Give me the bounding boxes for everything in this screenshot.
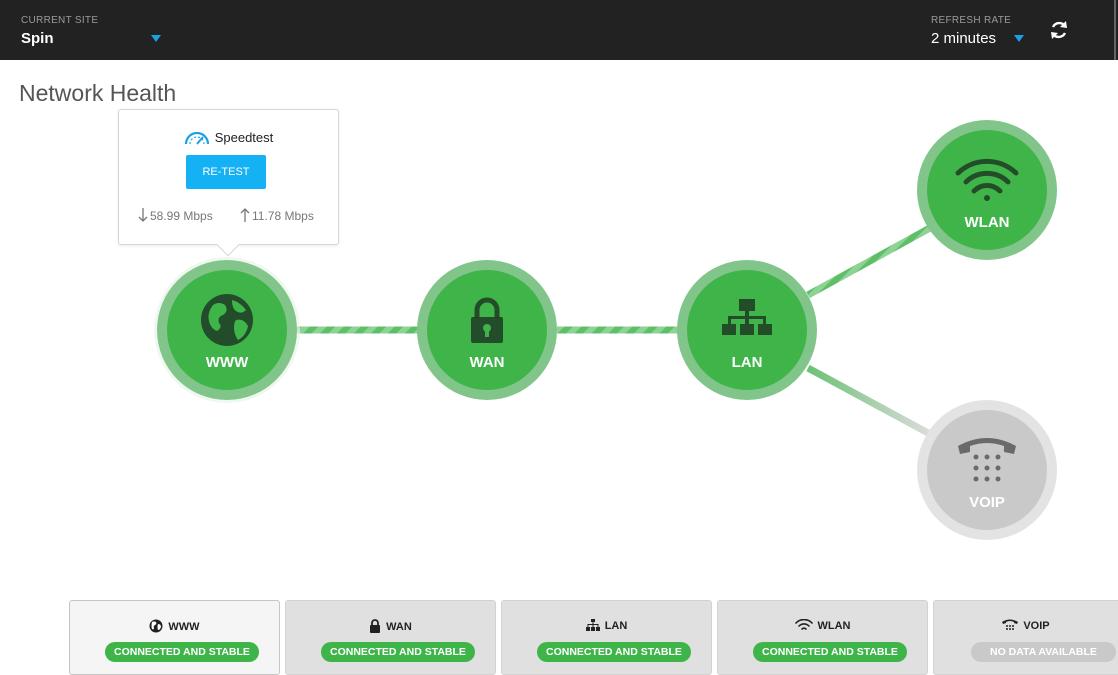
status-badge: CONNECTED AND STABLE xyxy=(105,642,259,662)
node-label: VOIP xyxy=(969,494,1005,511)
link-lan-voip xyxy=(806,364,932,438)
download-rate: 58.99 Mbps xyxy=(138,207,213,223)
card-title: WLAN xyxy=(718,618,927,632)
node-voip[interactable]: VOIP xyxy=(917,400,1057,540)
status-card-wlan[interactable]: WLAN CONNECTED AND STABLE xyxy=(717,600,928,675)
speedometer-icon xyxy=(184,131,209,145)
status-card-voip[interactable]: VOIP NO DATA AVAILABLE xyxy=(933,600,1118,675)
globe-icon xyxy=(149,619,163,633)
status-badge: CONNECTED AND STABLE xyxy=(321,642,475,662)
speedtest-popover: Speedtest RE-TEST 58.99 Mbps 11.78 Mbps xyxy=(118,109,339,257)
arrow-down-icon xyxy=(138,208,148,222)
card-title: WWW xyxy=(70,619,279,633)
status-badge: CONNECTED AND STABLE xyxy=(753,642,907,662)
status-card-www[interactable]: WWW CONNECTED AND STABLE xyxy=(69,600,280,675)
card-label: WWW xyxy=(168,621,200,633)
arrow-up-icon xyxy=(240,208,250,222)
upload-rate: 11.78 Mbps xyxy=(240,207,314,223)
node-lan[interactable]: LAN xyxy=(677,260,817,400)
status-card-wan[interactable]: WAN CONNECTED AND STABLE xyxy=(285,600,496,675)
card-label: VOIP xyxy=(1023,620,1050,632)
status-badge: NO DATA AVAILABLE xyxy=(971,642,1116,662)
card-title: WAN xyxy=(286,619,495,633)
card-title: VOIP xyxy=(934,619,1118,632)
lock-icon xyxy=(370,619,381,633)
node-label: WWW xyxy=(206,354,249,371)
phone-icon xyxy=(1002,619,1019,630)
status-card-lan[interactable]: LAN CONNECTED AND STABLE xyxy=(501,600,712,675)
status-badge: CONNECTED AND STABLE xyxy=(537,642,691,662)
node-wan[interactable]: WAN xyxy=(417,260,557,400)
download-value: 58.99 Mbps xyxy=(150,209,213,223)
card-title: LAN xyxy=(502,619,711,632)
node-www[interactable]: WWW xyxy=(154,257,300,403)
network-topology: WWW WAN LAN WLAN VOIP xyxy=(154,120,1057,540)
speedtest-title: Speedtest xyxy=(214,130,274,145)
node-label: LAN xyxy=(732,354,763,371)
upload-value: 11.78 Mbps xyxy=(252,209,314,223)
speedtest-header: Speedtest xyxy=(119,130,338,145)
node-label: WLAN xyxy=(965,214,1010,231)
card-label: WLAN xyxy=(817,620,851,632)
link-lan-wlan xyxy=(806,224,932,299)
node-wlan[interactable]: WLAN xyxy=(917,120,1057,260)
network-icon xyxy=(585,619,600,631)
card-label: WAN xyxy=(386,621,412,633)
card-label: LAN xyxy=(604,620,628,632)
node-label: WAN xyxy=(470,354,505,371)
wifi-icon xyxy=(794,618,813,630)
globe-icon xyxy=(201,294,253,346)
retest-button[interactable]: RE-TEST xyxy=(186,155,266,189)
